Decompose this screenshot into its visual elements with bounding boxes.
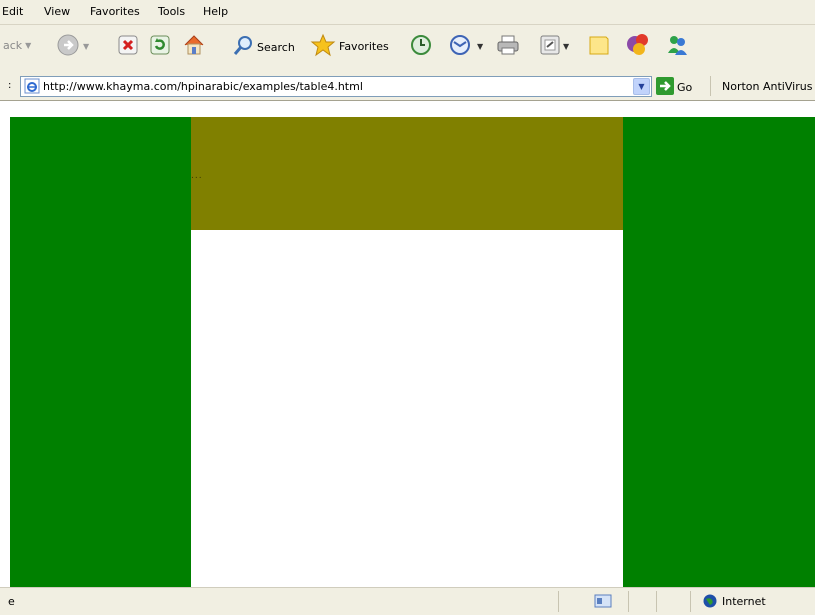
- refresh-button[interactable]: [150, 35, 170, 58]
- olive-top-band: ...: [191, 117, 623, 230]
- internet-zone-label: Internet: [722, 595, 766, 608]
- favorites-star-icon: [310, 33, 336, 60]
- status-bar: e Internet: [0, 587, 815, 615]
- menu-view[interactable]: View: [44, 5, 70, 18]
- print-icon: [496, 34, 520, 59]
- menu-favorites[interactable]: Favorites: [90, 5, 140, 18]
- address-input[interactable]: http://www.khayma.com/hpinarabic/example…: [20, 76, 652, 97]
- menu-tools[interactable]: Tools: [158, 5, 185, 18]
- favorites-label: Favorites: [339, 40, 389, 53]
- page-content: ...: [0, 101, 815, 587]
- notes-icon: [588, 34, 610, 59]
- forward-dropdown-icon[interactable]: ▼: [83, 42, 89, 51]
- stop-button[interactable]: [118, 35, 138, 58]
- go-label: Go: [677, 81, 693, 94]
- edit-button[interactable]: ▼: [540, 35, 569, 58]
- norton-antivirus-button[interactable]: Norton AntiVirus: [722, 80, 812, 93]
- address-divider: [710, 76, 711, 96]
- print-button[interactable]: [496, 34, 520, 59]
- left-green-column: [10, 117, 191, 587]
- status-divider-2: [628, 591, 629, 612]
- address-grip: :: [8, 80, 12, 91]
- messenger-button[interactable]: [625, 31, 651, 60]
- refresh-icon: [150, 35, 170, 58]
- search-button[interactable]: Search: [232, 35, 295, 60]
- menu-help[interactable]: Help: [203, 5, 228, 18]
- messenger-icon: [625, 31, 651, 60]
- back-label: ack: [3, 39, 23, 52]
- right-green-column: [623, 117, 815, 587]
- status-divider-3: [656, 591, 657, 612]
- page-status-icon: [594, 593, 612, 612]
- menu-edit[interactable]: Edit: [2, 5, 23, 18]
- favorites-button[interactable]: Favorites: [310, 33, 389, 60]
- forward-icon: [56, 33, 80, 60]
- edit-dropdown-icon[interactable]: ▼: [563, 42, 569, 51]
- status-divider-4: [690, 591, 691, 612]
- address-url: http://www.khayma.com/hpinarabic/example…: [43, 80, 363, 93]
- status-text: e: [8, 595, 15, 608]
- forward-button[interactable]: ▼: [56, 33, 89, 60]
- address-dropdown-icon[interactable]: ▼: [633, 78, 650, 95]
- standard-toolbar: ack ▼ ▼ Search Favorites ▼ ▼: [0, 25, 815, 73]
- menu-bar: Edit View Favorites Tools Help: [0, 0, 815, 25]
- mail-button[interactable]: ▼: [448, 34, 483, 59]
- band-text: ...: [191, 171, 203, 181]
- msn-people-icon: [665, 33, 689, 60]
- home-button[interactable]: [182, 33, 206, 60]
- history-button[interactable]: [410, 34, 432, 59]
- edit-icon: [540, 35, 560, 58]
- search-label: Search: [257, 41, 295, 54]
- notes-button[interactable]: [588, 34, 610, 59]
- status-divider-1: [558, 591, 559, 612]
- ie-page-icon: [24, 78, 40, 97]
- history-icon: [410, 34, 432, 59]
- msn-people-button[interactable]: [665, 33, 689, 60]
- address-bar: : http://www.khayma.com/hpinarabic/examp…: [0, 73, 815, 101]
- go-button[interactable]: Go: [656, 77, 692, 98]
- stop-icon: [118, 35, 138, 58]
- mail-dropdown-icon[interactable]: ▼: [477, 42, 483, 51]
- internet-globe-icon: [703, 594, 717, 611]
- mail-icon: [448, 34, 474, 59]
- go-arrow-icon: [656, 77, 674, 98]
- home-icon: [182, 33, 206, 60]
- search-icon: [232, 35, 254, 60]
- back-button[interactable]: ack ▼: [0, 39, 31, 52]
- back-dropdown-icon[interactable]: ▼: [25, 41, 31, 50]
